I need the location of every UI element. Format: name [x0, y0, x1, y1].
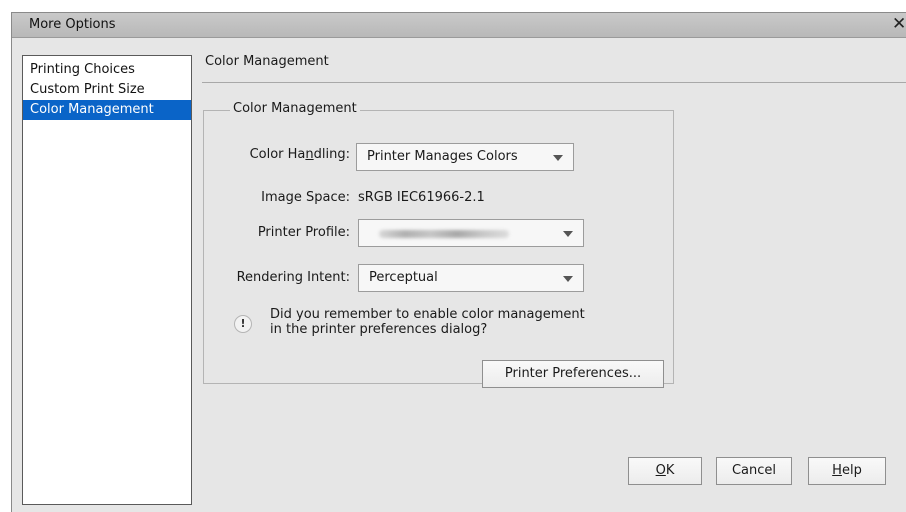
- options-sidebar: Printing Choices Custom Print Size Color…: [22, 55, 192, 505]
- color-handling-label: Color Handling:: [249, 147, 350, 162]
- image-space-label: Image Space:: [261, 190, 350, 205]
- rendering-intent-value: Perceptual: [369, 270, 438, 285]
- printer-profile-dropdown[interactable]: [358, 219, 584, 247]
- ok-button[interactable]: OK: [628, 457, 702, 485]
- section-title: Color Management: [202, 51, 906, 83]
- more-options-dialog: More Options ✕ Printing Choices Custom P…: [11, 12, 906, 512]
- printer-profile-label: Printer Profile:: [257, 225, 350, 240]
- sidebar-item-custom-print-size[interactable]: Custom Print Size: [23, 80, 191, 100]
- chevron-down-icon: [563, 231, 573, 237]
- color-handling-value: Printer Manages Colors: [367, 149, 518, 164]
- color-management-group: Color Management Color Handling: Printer…: [203, 101, 674, 388]
- redacted-profile-value: [379, 230, 509, 238]
- reminder-line-2: in the printer preferences dialog?: [270, 322, 488, 337]
- title-bar[interactable]: More Options ✕: [12, 13, 906, 38]
- cancel-button[interactable]: Cancel: [716, 457, 792, 485]
- chevron-down-icon: [553, 155, 563, 161]
- exclamation-icon: !: [234, 315, 252, 333]
- chevron-down-icon: [563, 276, 573, 282]
- reminder-line-1: Did you remember to enable color managem…: [270, 307, 585, 322]
- help-button[interactable]: Help: [808, 457, 886, 485]
- color-handling-dropdown[interactable]: Printer Manages Colors: [356, 143, 574, 171]
- rendering-intent-label: Rendering Intent:: [236, 270, 350, 285]
- sidebar-item-printing-choices[interactable]: Printing Choices: [23, 60, 191, 80]
- printer-preferences-button[interactable]: Printer Preferences...: [482, 360, 664, 388]
- color-management-reminder: Did you remember to enable color managem…: [270, 307, 585, 337]
- image-space-value: sRGB IEC61966-2.1: [358, 190, 485, 205]
- group-title: Color Management: [230, 101, 360, 116]
- close-icon[interactable]: ✕: [892, 14, 906, 34]
- sidebar-item-color-management[interactable]: Color Management: [23, 100, 191, 120]
- dialog-title: More Options: [29, 17, 116, 32]
- rendering-intent-dropdown[interactable]: Perceptual: [358, 264, 584, 292]
